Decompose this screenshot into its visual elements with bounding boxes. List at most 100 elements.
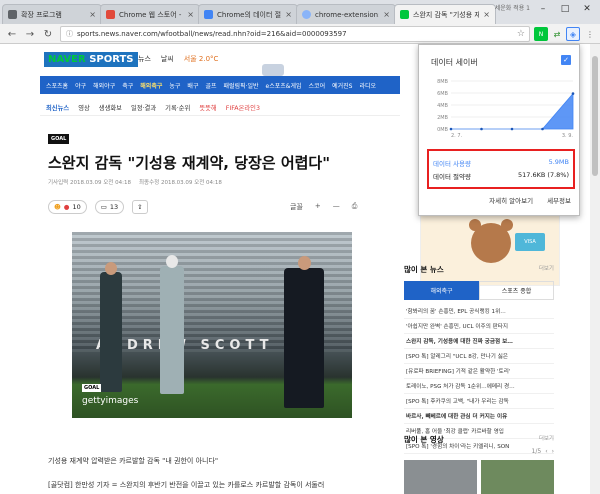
close-icon[interactable]: × [483,10,490,19]
social-bar: ☻ ● 10 ▭ 13 ⇪ [48,200,148,214]
tab-data-saver-help[interactable]: Chrome의 데이터 절약 × [198,4,298,24]
naver-sports-logo[interactable]: NAVER SPORTS [44,52,138,67]
subnav-item[interactable]: 뜻뜻해 [199,103,216,112]
tab-overseas-football[interactable]: 해외축구 [404,281,479,300]
chart-point [541,127,544,131]
subnav-item[interactable]: 일정·결과 [131,103,156,112]
savings-label: 데이터 절약량 [433,173,471,181]
video-thumbnail[interactable] [404,460,477,494]
minimize-icon[interactable]: – [532,0,554,18]
more-link[interactable]: 더보기 [539,434,554,445]
sub-nav: 최신뉴스 영상 생생화보 일정·결과 기록·순위 뜻뜻해 FIFA온라인3 [40,100,400,116]
nav-item[interactable]: 예거진S [332,81,352,90]
tab-extensions[interactable]: 확장 프로그램 × [2,4,102,24]
popular-news: 많이 본 뉴스 더보기 해외축구 스포츠 종합 '함봐리의 꿈' 손흥민, EPL… [404,264,554,454]
close-icon[interactable]: × [285,10,292,19]
prev-icon[interactable]: ‹ [545,448,547,455]
data-saver-toggle-checkbox[interactable]: ✓ [561,55,571,65]
share-button[interactable]: ⇪ [132,200,148,214]
close-icon[interactable]: × [89,10,96,19]
bookmark-star-icon[interactable]: ☆ [517,29,525,39]
maximize-icon[interactable]: □ [554,0,576,18]
reload-icon[interactable]: ↻ [40,26,56,42]
details-link[interactable]: 세부정보 [547,195,571,205]
nav-item-selected[interactable]: 해외축구 [140,81,162,90]
article-body: [골닷컴] 한만성 기자 = 스완지의 후반기 반전을 이끌고 있는 카를로스 … [48,481,325,489]
list-item[interactable]: 토레이노, PSG 처가 감독 1순위…에메리 경… [404,379,554,394]
video-thumbnail[interactable] [481,460,554,494]
photo-credit: gettyimages [82,396,139,406]
comment-button[interactable]: ▭ 13 [94,200,125,214]
more-link[interactable]: 더보기 [539,264,554,275]
logo-sports: SPORTS [89,54,134,65]
tab-sports-general[interactable]: 스포츠 종합 [479,281,554,300]
menu-kebab-icon[interactable]: ⋮ [583,27,597,41]
tab-article[interactable]: 스완지 감독 "기성용 재 × [394,4,496,24]
chart-y-tick-label: 0MB [437,127,448,133]
press-badge[interactable]: GOAL [48,134,70,144]
naver-icon [400,10,409,19]
tab-extension-page[interactable]: chrome-extension://pf × [296,4,396,24]
popular-news-list: '함봐리의 꿈' 손흥민, EPL 공식랭킹 1위… '아쉽지만 완벽' 손흥민… [404,304,554,454]
nav-item[interactable]: 배구 [187,81,198,90]
sports-nav: 스포츠홈 야구 해외야구 축구 해외축구 농구 배구 골프 패럴림픽·일반 e스… [40,76,400,94]
nav-item[interactable]: e스포츠&게임 [266,81,302,90]
nav-item[interactable]: 스포츠홈 [46,81,68,90]
chart-y-tick-label: 2MB [437,115,448,121]
address-bar[interactable]: ⓘ sports.news.naver.com/wfootball/news/r… [60,26,530,42]
nav-item[interactable]: 야구 [75,81,86,90]
nav-item[interactable]: 라디오 [359,81,376,90]
zoom-in-icon[interactable]: + [315,202,321,212]
close-icon[interactable]: × [383,10,390,19]
toplink-weather[interactable]: 날씨 [161,54,174,64]
chart-usage-area [451,92,574,130]
nav-item[interactable]: 패럴림픽·일반 [224,81,259,90]
data-saver-extension-icon[interactable]: ◈ [566,27,580,41]
nav-item[interactable]: 농구 [169,81,180,90]
close-icon[interactable]: × [187,10,194,19]
subnav-item-selected[interactable]: 최신뉴스 [46,103,69,112]
next-icon[interactable]: › [552,448,554,455]
subnav-item[interactable]: 영상 [78,103,90,112]
subnav-item[interactable]: FIFA온라인3 [226,103,260,112]
font-size-button[interactable]: 글꼴 [290,202,303,212]
sync-extension-icon[interactable]: ⇄ [550,27,564,41]
list-item[interactable]: 스완지 감독, 기성용에 대한 진짜 궁금점 보… [404,334,554,349]
scrollbar-thumb[interactable] [592,56,598,176]
popular-news-title: 많이 본 뉴스 [404,265,444,274]
webstore-icon [106,10,115,19]
naver-extension-icon[interactable]: N [534,27,548,41]
subnav-item[interactable]: 생생화보 [99,103,122,112]
list-item[interactable]: '함봐리의 꿈' 손흥민, EPL 공식랭킹 1위… [404,304,554,319]
nav-item[interactable]: 축구 [122,81,133,90]
list-item[interactable]: [SPO 톡] 알레그리 "UCL 8강, 만나기 싫은 [404,349,554,364]
nav-item[interactable]: 스코어 [309,81,326,90]
back-icon[interactable]: ← [4,26,20,42]
list-item[interactable]: 바르사, 빼베르에 대한 관심 더 커지는 이유 [404,409,554,424]
list-item[interactable]: '아쉽지만 완벽' 손흥민, UCL 이주의 판타지 [404,319,554,334]
forward-icon[interactable]: → [22,26,38,42]
savings-value: 517.6KB (7.8%) [518,171,569,179]
window-close-icon[interactable]: ✕ [576,0,598,18]
tab-webstore[interactable]: Chrome 웹 스토어 - × [100,4,200,24]
bear-character-icon [469,219,513,263]
subnav-item[interactable]: 기록·순위 [165,103,190,112]
print-icon[interactable]: ⎙ [352,202,358,212]
logo-naver: NAVER [48,54,86,65]
puzzle-icon [8,10,17,19]
modified-time: 최종수정 2018.03.09 오전 04:18 [138,180,222,186]
list-item[interactable]: [유로파 BRIEFING] 기적 같은 활약한 '토리' [404,364,554,379]
toplink-news[interactable]: 뉴스 [138,54,151,64]
share-icon: ⇪ [137,203,143,211]
like-button[interactable]: ☻ ● 10 [48,200,87,214]
chart-x-tick-label: 3. 9. [562,133,574,139]
nav-item[interactable]: 해외야구 [93,81,115,90]
nav-item[interactable]: 골프 [205,81,216,90]
player-figure [100,262,122,392]
page-scrollbar[interactable] [590,44,600,494]
tab-label: chrome-extension://pf [315,10,379,19]
window-user-label: 세운화 적용 1 [494,5,530,12]
list-item[interactable]: [SPO 톡] 후카쿠의 고백, "내가 우리는 감독 [404,394,554,409]
zoom-out-icon[interactable]: — [333,202,340,212]
learn-more-link[interactable]: 자세히 알아보기 [489,195,533,205]
